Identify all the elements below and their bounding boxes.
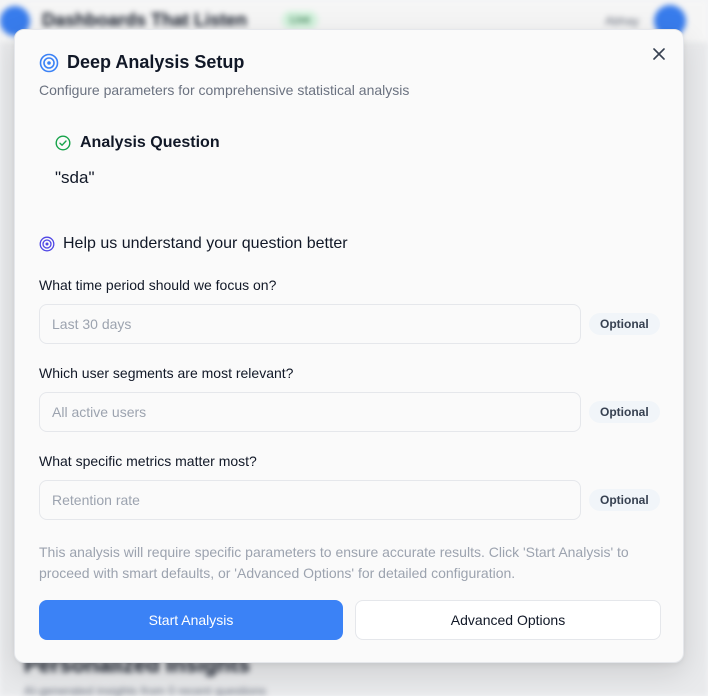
modal-title: Deep Analysis Setup	[67, 52, 245, 72]
optional-badge: Optional	[589, 313, 660, 335]
metrics-input[interactable]	[39, 480, 581, 520]
optional-badge: Optional	[589, 401, 660, 423]
user-segments-label: Which user segments are most relevant?	[39, 365, 294, 381]
start-analysis-button[interactable]: Start Analysis	[39, 600, 343, 640]
modal-header: Deep Analysis Setup	[39, 52, 244, 73]
check-circle-icon	[55, 135, 71, 151]
analysis-question-label: Analysis Question	[80, 134, 220, 151]
info-text: This analysis will require specific para…	[39, 544, 629, 581]
analysis-question-text: "sda"	[55, 168, 95, 187]
analysis-question-header: Analysis Question	[55, 134, 220, 152]
time-period-input[interactable]	[39, 304, 581, 344]
deep-analysis-modal: Deep Analysis Setup Configure parameters…	[14, 29, 684, 663]
close-icon	[653, 48, 665, 60]
target-icon	[39, 236, 55, 252]
metrics-label: What specific metrics matter most?	[39, 453, 257, 469]
help-section-header: Help us understand your question better	[39, 235, 348, 253]
target-icon	[39, 53, 59, 73]
modal-subtitle: Configure parameters for comprehensive s…	[39, 82, 410, 98]
close-button[interactable]	[649, 44, 669, 64]
help-section-label: Help us understand your question better	[63, 235, 348, 252]
advanced-options-button[interactable]: Advanced Options	[355, 600, 661, 640]
time-period-label: What time period should we focus on?	[39, 277, 277, 293]
user-segments-input[interactable]	[39, 392, 581, 432]
optional-badge: Optional	[589, 489, 660, 511]
